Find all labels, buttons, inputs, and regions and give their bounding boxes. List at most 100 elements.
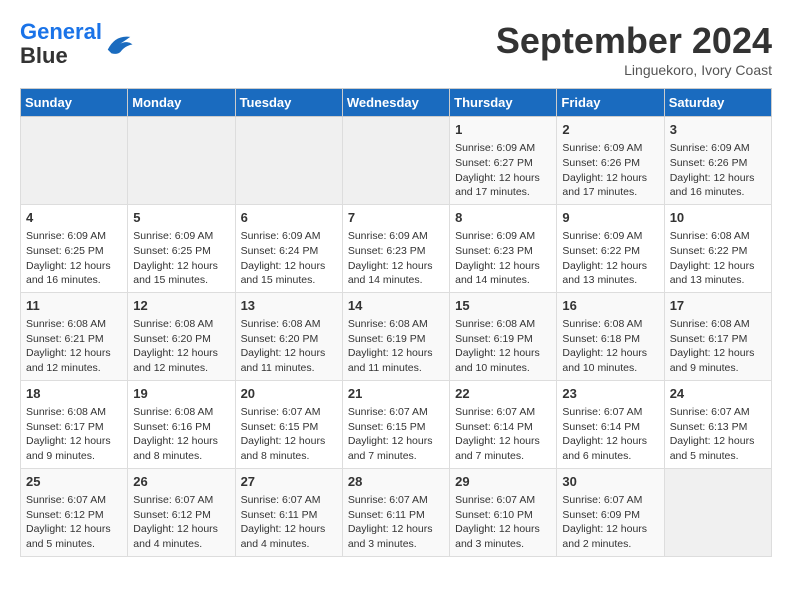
day-number: 24	[670, 385, 766, 403]
sunset-line: Sunset: 6:17 PM	[26, 421, 104, 433]
sunrise-line: Sunrise: 6:08 AM	[133, 318, 213, 330]
day-number: 26	[133, 473, 229, 491]
daylight-line2: and 4 minutes.	[241, 538, 310, 550]
daylight-line1: Daylight: 12 hours	[26, 435, 111, 447]
sunset-line: Sunset: 6:18 PM	[562, 333, 640, 345]
daylight-line1: Daylight: 12 hours	[26, 260, 111, 272]
calendar-cell: 27Sunrise: 6:07 AMSunset: 6:11 PMDayligh…	[235, 468, 342, 556]
sunrise-line: Sunrise: 6:09 AM	[562, 230, 642, 242]
sunrise-line: Sunrise: 6:07 AM	[241, 406, 321, 418]
sunset-line: Sunset: 6:09 PM	[562, 509, 640, 521]
day-number: 9	[562, 209, 658, 227]
daylight-line2: and 17 minutes.	[562, 186, 637, 198]
sunrise-line: Sunrise: 6:07 AM	[348, 494, 428, 506]
daylight-line1: Daylight: 12 hours	[348, 260, 433, 272]
sunset-line: Sunset: 6:25 PM	[133, 245, 211, 257]
day-number: 7	[348, 209, 444, 227]
sunrise-line: Sunrise: 6:07 AM	[455, 406, 535, 418]
daylight-line1: Daylight: 12 hours	[562, 347, 647, 359]
daylight-line2: and 8 minutes.	[241, 450, 310, 462]
daylight-line1: Daylight: 12 hours	[348, 523, 433, 535]
daylight-line1: Daylight: 12 hours	[133, 435, 218, 447]
day-number: 12	[133, 297, 229, 315]
daylight-line2: and 9 minutes.	[670, 362, 739, 374]
calendar-cell: 29Sunrise: 6:07 AMSunset: 6:10 PMDayligh…	[450, 468, 557, 556]
calendar-cell: 5Sunrise: 6:09 AMSunset: 6:25 PMDaylight…	[128, 204, 235, 292]
sunset-line: Sunset: 6:26 PM	[562, 157, 640, 169]
calendar-cell: 16Sunrise: 6:08 AMSunset: 6:18 PMDayligh…	[557, 292, 664, 380]
day-number: 6	[241, 209, 337, 227]
day-number: 25	[26, 473, 122, 491]
day-number: 13	[241, 297, 337, 315]
daylight-line1: Daylight: 12 hours	[562, 523, 647, 535]
day-number: 4	[26, 209, 122, 227]
sunrise-line: Sunrise: 6:09 AM	[133, 230, 213, 242]
daylight-line1: Daylight: 12 hours	[455, 347, 540, 359]
calendar-cell: 4 Sunrise: 6:09 AM Sunset: 6:25 PM Daylight…	[21, 204, 128, 292]
daylight-line2: and 10 minutes.	[455, 362, 530, 374]
daylight-line1: Daylight: 12 hours	[670, 435, 755, 447]
daylight-line1: Daylight: 12 hours	[455, 260, 540, 272]
sunset-line: Sunset: 6:23 PM	[348, 245, 426, 257]
calendar-cell	[342, 117, 449, 205]
calendar-cell: 10Sunrise: 6:08 AMSunset: 6:22 PMDayligh…	[664, 204, 771, 292]
sunrise-line: Sunrise: 6:09 AM	[348, 230, 428, 242]
sunset-line: Sunset: 6:15 PM	[241, 421, 319, 433]
sunset-line: Sunset: 6:26 PM	[670, 157, 748, 169]
sunset-line: Sunset: 6:23 PM	[455, 245, 533, 257]
page-header: GeneralBlue September 2024 Linguekoro, I…	[20, 20, 772, 78]
daylight-line2: and 3 minutes.	[455, 538, 524, 550]
daylight-line1: Daylight: 12 hours	[241, 347, 326, 359]
daylight-line2: and 4 minutes.	[133, 538, 202, 550]
daylight-line2: and 12 minutes.	[26, 362, 101, 374]
daylight-line1: Daylight: 12 hours	[241, 260, 326, 272]
daylight-line1: Daylight: 12 hours	[455, 172, 540, 184]
day-number: 20	[241, 385, 337, 403]
daylight-line1: Daylight: 12 hours	[133, 347, 218, 359]
calendar-cell: 26Sunrise: 6:07 AMSunset: 6:12 PMDayligh…	[128, 468, 235, 556]
sunrise-line: Sunrise: 6:08 AM	[26, 318, 106, 330]
sunset-line: Sunset: 6:24 PM	[241, 245, 319, 257]
daylight-line2: and 6 minutes.	[562, 450, 631, 462]
sunset-line: Sunset: 6:25 PM	[26, 245, 104, 257]
calendar-week-row: 1Sunrise: 6:09 AMSunset: 6:27 PMDaylight…	[21, 117, 772, 205]
sunrise-line: Sunrise: 6:07 AM	[562, 406, 642, 418]
daylight-line2: and 10 minutes.	[562, 362, 637, 374]
sunset-line: Sunset: 6:27 PM	[455, 157, 533, 169]
daylight-line1: Daylight: 12 hours	[241, 435, 326, 447]
daylight-line2: and 7 minutes.	[455, 450, 524, 462]
calendar-cell: 28Sunrise: 6:07 AMSunset: 6:11 PMDayligh…	[342, 468, 449, 556]
calendar-cell: 12Sunrise: 6:08 AMSunset: 6:20 PMDayligh…	[128, 292, 235, 380]
calendar-week-row: 18Sunrise: 6:08 AMSunset: 6:17 PMDayligh…	[21, 380, 772, 468]
calendar-cell	[21, 117, 128, 205]
sunrise-line: Sunrise: 6:09 AM	[26, 230, 106, 242]
calendar-cell: 24Sunrise: 6:07 AMSunset: 6:13 PMDayligh…	[664, 380, 771, 468]
sunrise-line: Sunrise: 6:09 AM	[455, 230, 535, 242]
calendar-header-wednesday: Wednesday	[342, 89, 449, 117]
day-number: 10	[670, 209, 766, 227]
sunrise-line: Sunrise: 6:08 AM	[241, 318, 321, 330]
day-number: 14	[348, 297, 444, 315]
daylight-line2: and 9 minutes.	[26, 450, 95, 462]
day-number: 11	[26, 297, 122, 315]
day-number: 22	[455, 385, 551, 403]
calendar-cell: 9Sunrise: 6:09 AMSunset: 6:22 PMDaylight…	[557, 204, 664, 292]
day-number: 19	[133, 385, 229, 403]
sunset-line: Sunset: 6:21 PM	[26, 333, 104, 345]
calendar-cell: 23Sunrise: 6:07 AMSunset: 6:14 PMDayligh…	[557, 380, 664, 468]
calendar-cell: 2Sunrise: 6:09 AMSunset: 6:26 PMDaylight…	[557, 117, 664, 205]
daylight-line2: and 16 minutes.	[670, 186, 745, 198]
calendar-cell	[664, 468, 771, 556]
day-number: 5	[133, 209, 229, 227]
title-block: September 2024 Linguekoro, Ivory Coast	[496, 20, 772, 78]
daylight-line1: Daylight: 12 hours	[670, 347, 755, 359]
calendar-table: SundayMondayTuesdayWednesdayThursdayFrid…	[20, 88, 772, 557]
daylight-line2: and 11 minutes.	[348, 362, 422, 374]
calendar-header-friday: Friday	[557, 89, 664, 117]
sunrise-line: Sunrise: 6:07 AM	[26, 494, 106, 506]
daylight-line2: and 15 minutes.	[133, 274, 208, 286]
calendar-cell: 15Sunrise: 6:08 AMSunset: 6:19 PMDayligh…	[450, 292, 557, 380]
calendar-cell: 8Sunrise: 6:09 AMSunset: 6:23 PMDaylight…	[450, 204, 557, 292]
daylight-line1: Daylight: 12 hours	[670, 260, 755, 272]
day-number: 29	[455, 473, 551, 491]
